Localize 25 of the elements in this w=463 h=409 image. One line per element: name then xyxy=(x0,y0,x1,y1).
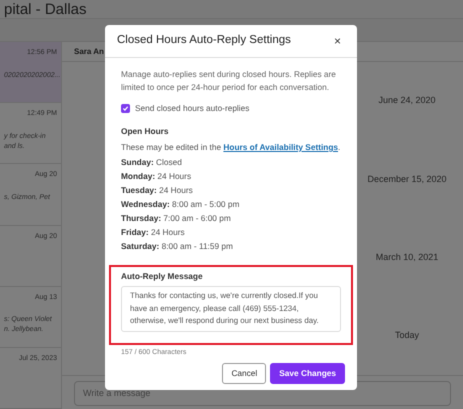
date-separator: December 15, 2020 xyxy=(367,172,447,186)
hours-row-text: Friday: 24 Hours xyxy=(121,227,186,238)
date-separator: Today xyxy=(394,329,420,342)
checkbox[interactable] xyxy=(121,104,130,113)
contact-name: Sara An xyxy=(74,46,104,58)
date-separator: March 10, 2021 xyxy=(374,250,440,264)
hours-row-text: Wednesday: 8:00 am - 5:00 pm xyxy=(121,199,240,210)
hours-row-text: Saturday: 8:00 am - 11:59 pm xyxy=(121,241,234,252)
close-button[interactable]: × xyxy=(330,35,345,47)
section-heading: Open Hours xyxy=(121,125,170,138)
dialog-title: Closed Hours Auto-Reply Settings xyxy=(117,33,291,48)
check-icon xyxy=(122,104,129,112)
hours-row-text: Monday: 24 Hours xyxy=(121,171,192,182)
checkbox-label: Send closed hours auto-replies xyxy=(135,102,250,114)
hours-note: These may be edited in the Hours of Availability Settings. xyxy=(121,140,341,154)
hours-row-text: Sunday: Closed xyxy=(121,157,183,168)
field-label: Auto-Reply Message xyxy=(121,270,204,282)
hours-row-text: Thursday: 7:00 am - 6:00 pm xyxy=(121,213,232,224)
dialog-description: Manage auto-replies sent during closed hours. Replies are limited to once per 24-hour period for each conversation. xyxy=(121,68,337,93)
date-separator: June 24, 2020 xyxy=(377,94,437,108)
page-title: pital - Dallas xyxy=(4,2,87,18)
hours-row-text: Tuesday: 24 Hours xyxy=(121,185,194,196)
cancel-button[interactable]: Cancel xyxy=(222,363,266,384)
save-button[interactable]: Save Changes xyxy=(270,363,345,384)
availability-settings-link[interactable]: Hours of Availability Settings xyxy=(223,142,338,152)
